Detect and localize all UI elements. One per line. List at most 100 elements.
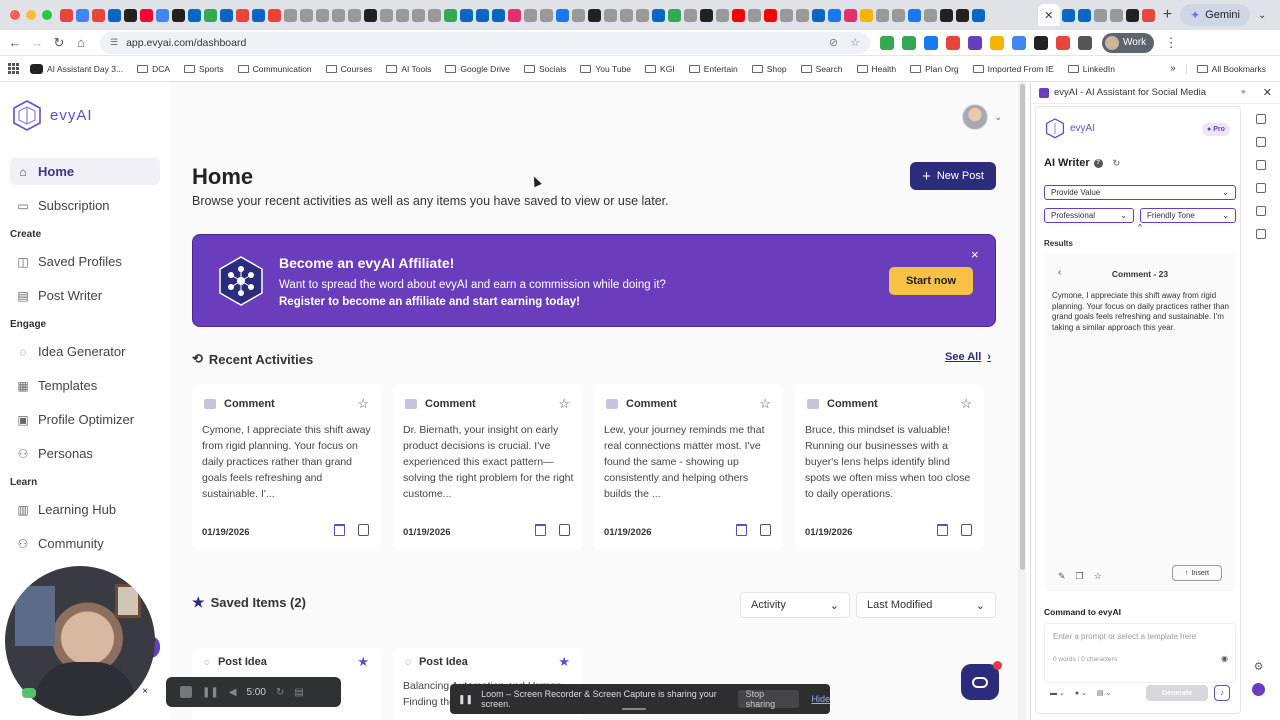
extension-icon[interactable] xyxy=(924,35,938,50)
tab-favicon[interactable] xyxy=(540,8,553,22)
sidebar-item-templates[interactable]: ▦ Templates xyxy=(10,372,160,399)
trash-icon[interactable] xyxy=(535,524,546,536)
tab-favicon[interactable] xyxy=(956,8,969,22)
tab-favicon[interactable] xyxy=(972,8,985,22)
tab-favicon[interactable] xyxy=(1125,8,1139,22)
account-icon[interactable] xyxy=(1252,683,1265,696)
bookmark-item[interactable]: Plan Org xyxy=(910,64,959,74)
template-dropdown[interactable]: ▤ ⌄ xyxy=(1097,689,1111,697)
maximize-window-button[interactable] xyxy=(42,10,52,20)
tab-favicon[interactable] xyxy=(652,8,665,22)
pause-icon[interactable]: ❚❚ xyxy=(202,687,219,698)
apps-grid-icon[interactable] xyxy=(8,62,20,75)
edit-icon[interactable]: ✎ xyxy=(1058,571,1066,582)
document-icon[interactable] xyxy=(1256,160,1266,170)
tab-favicon[interactable] xyxy=(684,8,697,22)
refresh-icon[interactable]: ↻ xyxy=(1113,158,1121,169)
profile-icon[interactable] xyxy=(1256,183,1266,193)
tab-favicon[interactable] xyxy=(348,8,361,22)
bookmark-item[interactable]: Sports xyxy=(184,64,224,74)
tab-favicon[interactable] xyxy=(524,8,537,22)
copy-icon[interactable] xyxy=(760,524,771,536)
tab-favicon[interactable] xyxy=(780,8,793,22)
tab-favicon[interactable] xyxy=(428,8,441,22)
bookmark-item[interactable]: LinkedIn xyxy=(1067,64,1115,74)
sidebar-item-learning-hub[interactable]: ▥ Learning Hub xyxy=(10,496,160,523)
extension-icon[interactable] xyxy=(968,35,982,50)
bookmark-item[interactable]: Health xyxy=(856,64,896,74)
tab-favicon[interactable] xyxy=(508,8,521,22)
extension-icon[interactable] xyxy=(1078,35,1092,50)
tab-favicon[interactable] xyxy=(316,8,329,22)
star-icon[interactable]: ☆ xyxy=(558,396,570,412)
see-all-link[interactable]: See All › xyxy=(945,351,991,363)
stop-recording-icon[interactable] xyxy=(180,686,192,698)
close-icon[interactable]: × xyxy=(971,247,979,262)
active-tab[interactable]: ✕ xyxy=(1037,4,1060,26)
tab-favicon[interactable] xyxy=(268,8,281,22)
tab-favicon[interactable] xyxy=(812,8,825,22)
tab-favicon[interactable] xyxy=(876,8,889,22)
close-window-button[interactable] xyxy=(10,10,20,20)
tab-favicon[interactable] xyxy=(828,8,841,22)
activity-card[interactable]: Comment ☆ Lew, your journey reminds me tha… xyxy=(594,384,783,550)
tab-favicon[interactable] xyxy=(1061,8,1075,22)
tab-favicon[interactable] xyxy=(140,8,153,22)
help-icon[interactable]: ? xyxy=(1093,158,1103,168)
new-post-button[interactable]: + New Post xyxy=(910,162,996,190)
tab-favicon[interactable] xyxy=(412,8,425,22)
drag-handle[interactable] xyxy=(622,708,646,710)
eye-off-icon[interactable]: ⊘ xyxy=(829,36,838,49)
sidebar-item-idea-generator[interactable]: ◌ Idea Generator xyxy=(10,338,160,365)
tab-favicon[interactable] xyxy=(748,8,761,22)
sidebar-item-profile-optimizer[interactable]: ▣ Profile Optimizer xyxy=(10,406,160,433)
tab-favicon[interactable] xyxy=(668,8,681,22)
bookmark-item[interactable]: Shop xyxy=(751,64,787,74)
tone-select-professional[interactable]: Professional ⌄ xyxy=(1044,208,1134,223)
tab-favicon[interactable] xyxy=(220,8,233,22)
tab-favicon[interactable] xyxy=(76,8,89,22)
tab-favicon[interactable] xyxy=(204,8,217,22)
extension-icon[interactable] xyxy=(1056,35,1070,50)
tab-favicon[interactable] xyxy=(284,8,297,22)
bookmark-item[interactable]: AI Tools xyxy=(386,64,431,74)
forward-arrow-icon[interactable]: → xyxy=(26,35,48,50)
tab-favicon[interactable] xyxy=(860,8,873,22)
mute-icon[interactable]: ◀ xyxy=(229,687,237,698)
extension-icon[interactable] xyxy=(946,35,960,50)
minimize-window-button[interactable] xyxy=(26,10,36,20)
tab-favicon[interactable] xyxy=(732,8,745,22)
restart-icon[interactable]: ↻ xyxy=(276,687,284,698)
eye-icon[interactable]: ◉ xyxy=(1221,654,1228,663)
command-input[interactable] xyxy=(1053,632,1229,641)
generate-button[interactable]: Generate xyxy=(1146,685,1208,701)
template-icon[interactable] xyxy=(1256,206,1266,216)
copy-icon[interactable] xyxy=(559,524,570,536)
bookmark-item[interactable]: Entertain xyxy=(688,64,738,74)
start-now-button[interactable]: Start now xyxy=(889,267,973,295)
home-browser-icon[interactable]: ⌂ xyxy=(70,35,92,50)
tab-favicon[interactable] xyxy=(700,8,713,22)
activity-filter-select[interactable]: Activity ⌄ xyxy=(740,592,850,618)
external-link-icon[interactable] xyxy=(1256,114,1266,124)
gemini-button[interactable]: ✦ Gemini xyxy=(1180,4,1250,26)
new-tab-button[interactable]: + xyxy=(1163,6,1172,24)
tab-favicon[interactable] xyxy=(1093,8,1107,22)
tab-favicon[interactable] xyxy=(92,8,105,22)
bookmark-item[interactable]: Socials xyxy=(524,64,566,74)
microphone-icon[interactable]: ♪ xyxy=(1214,685,1230,701)
activity-card[interactable]: Comment ☆ Bruce, this mindset is valuable!… xyxy=(795,384,984,550)
tab-favicon[interactable] xyxy=(156,8,169,22)
emoji-dropdown[interactable]: ● ⌄ xyxy=(1075,689,1087,697)
chat-support-button[interactable] xyxy=(961,661,1002,700)
trash-icon[interactable] xyxy=(937,524,948,536)
tab-favicon[interactable] xyxy=(172,8,185,22)
tab-favicon[interactable] xyxy=(892,8,905,22)
tab-favicon[interactable] xyxy=(636,8,649,22)
trash-icon[interactable] xyxy=(334,524,345,536)
tab-favicon[interactable] xyxy=(236,8,249,22)
tab-favicon[interactable] xyxy=(492,8,505,22)
tab-favicon[interactable] xyxy=(844,8,857,22)
insert-button[interactable]: ↑ Insert xyxy=(1172,565,1222,581)
extension-icon[interactable] xyxy=(990,35,1004,50)
